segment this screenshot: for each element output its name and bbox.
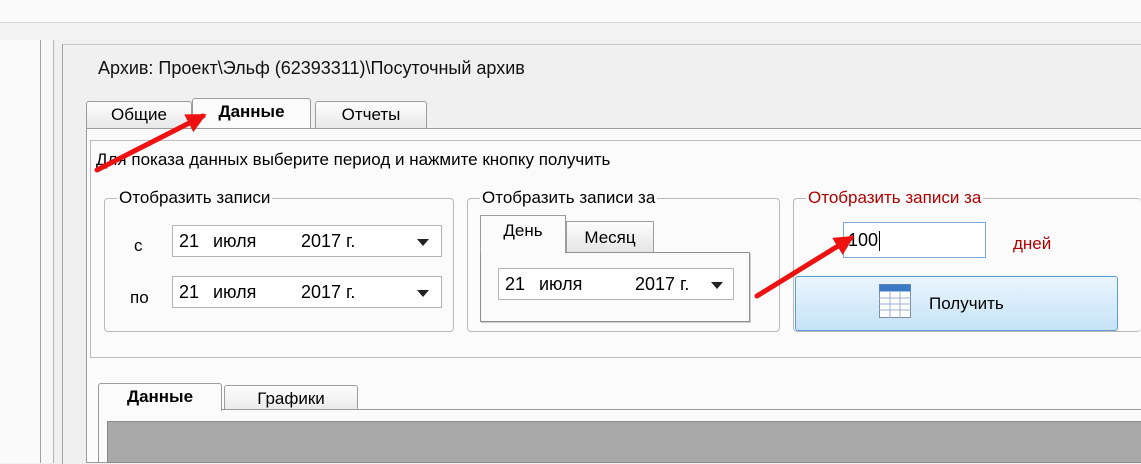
day-day: 21 (505, 274, 526, 294)
from-day: 21 (179, 231, 200, 251)
days-legend: Отобразить записи за (808, 188, 982, 207)
tab-data[interactable]: Данные (192, 98, 311, 128)
day-month: июля (539, 274, 583, 294)
from-label: с (134, 236, 143, 255)
data-grid[interactable] (107, 421, 1141, 463)
days-unit-label: дней (1013, 234, 1052, 253)
period-legend: Отобразить записи за (482, 188, 656, 207)
records-range-legend: Отобразить записи (119, 188, 271, 207)
to-date-picker[interactable]: 21 июля 2017 г. (172, 276, 442, 308)
day-year: 2017 г. (635, 274, 690, 294)
tab-general[interactable]: Общие (86, 101, 192, 128)
from-year: 2017 г. (301, 231, 356, 251)
window-title: Архив: Проект\Эльф (62393311)\Посуточный… (98, 58, 525, 78)
left-pane-splitter[interactable] (41, 40, 54, 463)
caret-down-icon[interactable] (711, 282, 723, 289)
tab-charts[interactable]: Графики (224, 385, 358, 412)
tab-results-data[interactable]: Данные (98, 383, 222, 411)
day-date-picker[interactable]: 21 июля 2017 г. (498, 268, 734, 300)
table-icon (879, 284, 911, 318)
from-date-picker[interactable]: 21 июля 2017 г. (172, 225, 442, 257)
caret-down-icon[interactable] (417, 290, 429, 297)
tab-month[interactable]: Месяц (566, 221, 654, 253)
days-value: 100 (848, 230, 879, 250)
to-day: 21 (179, 282, 200, 302)
left-pane (0, 40, 41, 463)
to-label: по (130, 288, 149, 307)
caret-down-icon[interactable] (417, 239, 429, 246)
to-year: 2017 г. (301, 282, 356, 302)
from-month: июля (213, 231, 257, 251)
days-input[interactable]: 100 (843, 222, 986, 258)
records-range-group: Отобразить записи (104, 188, 454, 332)
tab-reports[interactable]: Отчеты (315, 101, 427, 128)
get-button-label: Получить (929, 294, 1004, 313)
to-month: июля (213, 282, 257, 302)
hint-text: Для показа данных выберите период и нажм… (96, 150, 611, 169)
top-band (0, 23, 1141, 40)
tab-day[interactable]: День (480, 215, 566, 253)
top-bar (0, 0, 1141, 23)
